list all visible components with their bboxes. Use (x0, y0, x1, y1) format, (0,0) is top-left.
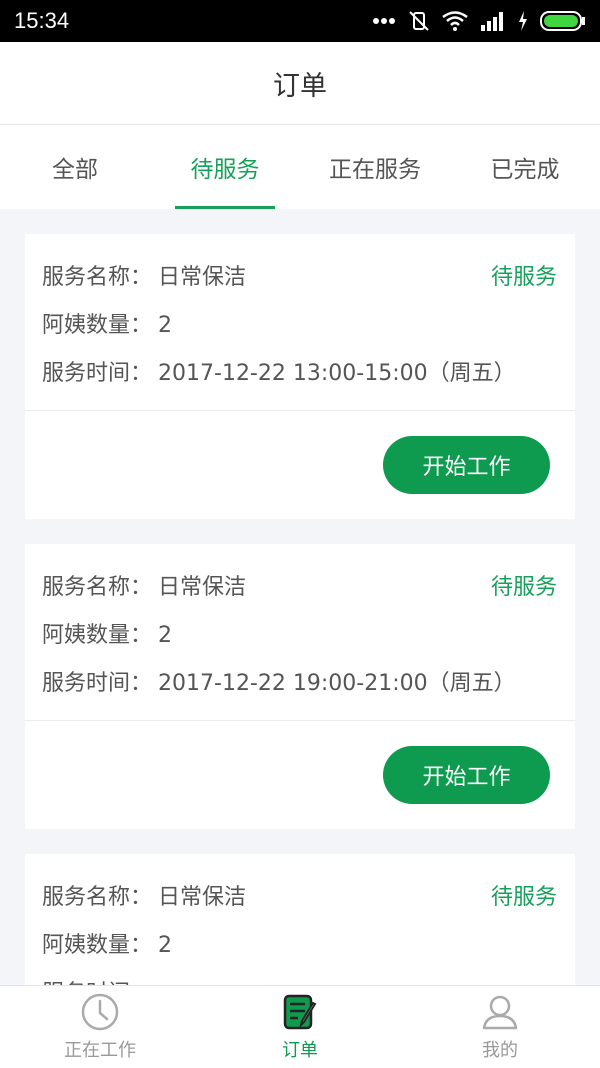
nav-item-mine[interactable]: 我的 (400, 986, 600, 1068)
clock-icon (80, 992, 120, 1036)
order-list-icon (280, 992, 320, 1036)
nav-label: 正在工作 (64, 1040, 136, 1061)
service-name-value: 日常保洁 (158, 575, 247, 600)
aunt-count-row: 阿姨数量： 2 (42, 302, 557, 350)
wifi-icon (442, 11, 468, 31)
service-name-value: 日常保洁 (158, 885, 247, 910)
signal-icon (480, 11, 506, 31)
service-name-label: 服务名称： (42, 885, 153, 910)
tab-label: 全部 (52, 157, 98, 183)
status-badge: 待服务 (490, 265, 557, 290)
tab-active-indicator (175, 206, 275, 209)
service-name-row: 服务名称： 日常保洁 (42, 254, 557, 302)
nav-label: 订单 (282, 1040, 318, 1061)
status-bar: 15:34 (0, 0, 600, 42)
service-name-label: 服务名称： (42, 575, 153, 600)
order-card[interactable]: 服务名称： 日常保洁 阿姨数量： 2 服务时间： 2017-12-22 13:00-1… (25, 234, 575, 519)
user-icon (480, 992, 520, 1036)
battery-icon (540, 11, 586, 31)
service-name-row: 服务名称： 日常保洁 (42, 874, 557, 922)
aunt-count-value: 2 (158, 933, 173, 958)
order-tabs: 全部 待服务 正在服务 已完成 (0, 125, 600, 209)
service-name-row: 服务名称： 日常保洁 (42, 564, 557, 612)
page-title: 订单 (273, 70, 327, 102)
aunt-count-row: 阿姨数量： 2 (42, 612, 557, 660)
status-icons (372, 10, 586, 32)
bottom-nav: 正在工作 订单 我的 (0, 985, 600, 1068)
tab-pending[interactable]: 待服务 (150, 125, 300, 209)
service-time-label: 服务时间： (42, 671, 153, 696)
nav-item-working[interactable]: 正在工作 (0, 986, 200, 1068)
aunt-count-row: 阿姨数量： 2 (42, 922, 557, 970)
header: 订单 (0, 42, 600, 125)
tab-completed[interactable]: 已完成 (450, 125, 600, 209)
order-list[interactable]: 服务名称： 日常保洁 阿姨数量： 2 服务时间： 2017-12-22 13:00-1… (25, 234, 575, 1056)
tab-in-service[interactable]: 正在服务 (300, 125, 450, 209)
tab-label: 已完成 (490, 157, 560, 183)
aunt-count-label: 阿姨数量： (42, 933, 153, 958)
order-card-body: 服务名称： 日常保洁 阿姨数量： 2 服务时间： 2017-12-22 19:00-2… (25, 544, 575, 721)
aunt-count-label: 阿姨数量： (42, 313, 153, 338)
start-work-button[interactable]: 开始工作 (383, 746, 550, 804)
nav-label: 我的 (482, 1040, 518, 1061)
aunt-count-value: 2 (158, 313, 173, 338)
order-card-footer: 开始工作 (25, 411, 575, 519)
service-time-row: 服务时间： 2017-12-22 13:00-15:00（周五） (42, 350, 557, 398)
charging-icon (518, 11, 528, 31)
service-name-value: 日常保洁 (158, 265, 247, 290)
service-name-label: 服务名称： (42, 265, 153, 290)
status-badge: 待服务 (490, 575, 557, 600)
status-time: 15:34 (14, 8, 70, 33)
service-time-label: 服务时间： (42, 361, 153, 386)
status-badge: 待服务 (490, 885, 557, 910)
service-time-value: 2017-12-22 13:00-15:00（周五） (158, 361, 516, 386)
more-dots-icon (372, 17, 396, 25)
service-time-value: 2017-12-22 19:00-21:00（周五） (158, 671, 516, 696)
aunt-count-value: 2 (158, 623, 173, 648)
order-card[interactable]: 服务名称： 日常保洁 阿姨数量： 2 服务时间： 2017-12-22 19:00-2… (25, 544, 575, 829)
tab-all[interactable]: 全部 (0, 125, 150, 209)
tab-label: 待服务 (190, 157, 260, 183)
service-time-row: 服务时间： 2017-12-22 19:00-21:00（周五） (42, 660, 557, 708)
nav-item-orders[interactable]: 订单 (200, 986, 400, 1068)
tab-label: 正在服务 (329, 157, 421, 183)
vibrate-off-icon (408, 10, 430, 32)
start-work-button[interactable]: 开始工作 (383, 436, 550, 494)
order-card-body: 服务名称： 日常保洁 阿姨数量： 2 服务时间： 2017-12-22 13:00-1… (25, 234, 575, 411)
order-card-footer: 开始工作 (25, 721, 575, 829)
aunt-count-label: 阿姨数量： (42, 623, 153, 648)
